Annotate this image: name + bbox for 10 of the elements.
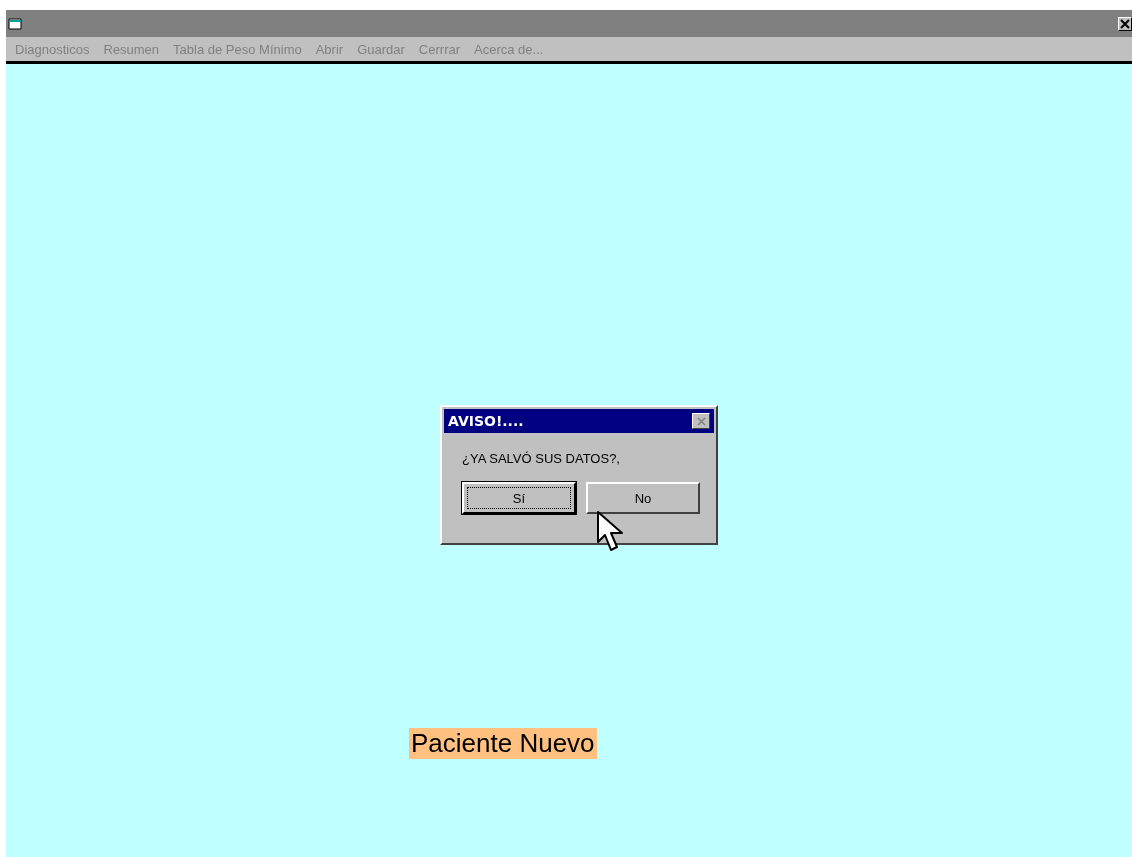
close-icon [696,416,706,426]
dialog-message: ¿YA SALVÓ SUS DATOS?, [462,451,621,466]
dialog-button[interactable]: No [586,482,700,514]
close-icon [1120,18,1130,29]
dialog-button[interactable]: Sí [462,482,576,514]
close-button[interactable] [1118,16,1132,31]
close-button[interactable] [692,413,710,429]
status-label: Paciente Nuevo [409,728,597,759]
app-icon [8,17,22,30]
dialog-title: AVISO!.... [448,413,524,429]
